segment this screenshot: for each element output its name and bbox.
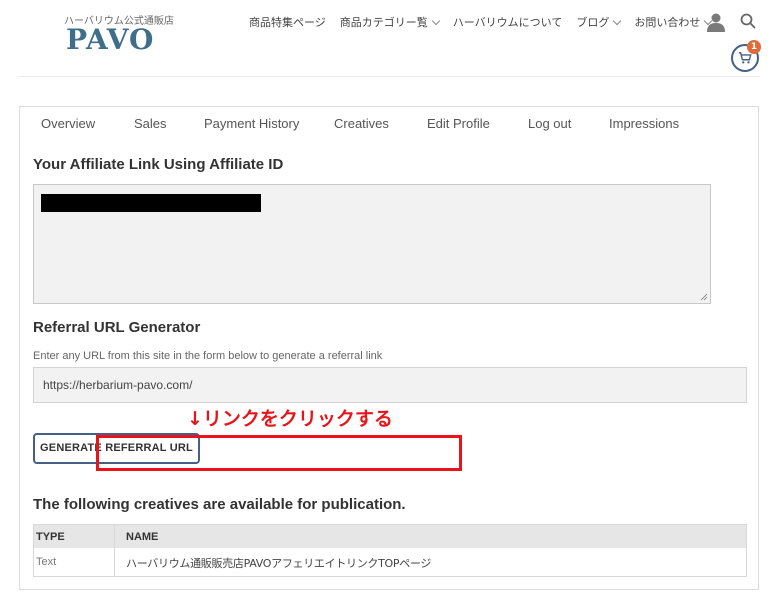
- logo-text: PAVO: [66, 23, 155, 56]
- creatives-table: TYPE NAME Text ハーバリウム通販販売店PAVOアフェリエイトリンク…: [33, 524, 747, 577]
- nav-item-contact[interactable]: お問い合わせ: [634, 14, 713, 30]
- row-type: Text: [36, 556, 57, 568]
- header-divider: [18, 76, 760, 77]
- referral-url-input[interactable]: https://herbarium-pavo.com/: [33, 367, 747, 403]
- nav-item-label: お問い合わせ: [634, 16, 701, 29]
- tab-impressions[interactable]: Impressions: [609, 116, 679, 131]
- tab-payment-history[interactable]: Payment History: [204, 116, 299, 131]
- main-nav: 商品特集ページ 商品カテゴリー覧 ハーバリウムについて ブログ お問い合わせ: [249, 14, 725, 30]
- affiliate-link-textarea[interactable]: [33, 184, 711, 304]
- chevron-down-icon: [431, 16, 441, 25]
- tab-overview[interactable]: Overview: [41, 116, 95, 131]
- column-header-name: NAME: [126, 531, 159, 543]
- annotation-instruction: ↓リンクをクリックする: [187, 408, 393, 430]
- referral-generator-heading: Referral URL Generator: [33, 319, 201, 336]
- tab-log-out[interactable]: Log out: [528, 116, 571, 131]
- tab-creatives[interactable]: Creatives: [334, 116, 389, 131]
- affiliate-link-heading: Your Affiliate Link Using Affiliate ID: [33, 156, 284, 173]
- dashboard-tabs: Overview Sales Payment History Creatives…: [20, 107, 758, 141]
- creative-link[interactable]: ハーバリウム通販販売店PAVOアフェリエイトリンクTOPページ: [126, 555, 431, 571]
- affiliate-dashboard: Overview Sales Payment History Creatives…: [19, 106, 759, 590]
- nav-item-features[interactable]: 商品特集ページ: [249, 14, 326, 30]
- resize-grip-icon[interactable]: [700, 293, 708, 301]
- site-logo[interactable]: ハーバリウム公式通販店 PAVO: [62, 11, 182, 59]
- tab-edit-profile[interactable]: Edit Profile: [427, 116, 490, 131]
- cart-count-badge: 1: [747, 40, 761, 54]
- search-icon[interactable]: [740, 13, 756, 29]
- redacted-affiliate-link: [41, 194, 261, 212]
- user-icon[interactable]: [706, 12, 726, 32]
- tab-sales[interactable]: Sales: [134, 116, 167, 131]
- nav-item-label: 商品特集ページ: [249, 16, 326, 29]
- site-header: ハーバリウム公式通販店 PAVO 商品特集ページ 商品カテゴリー覧 ハーバリウム…: [0, 0, 783, 78]
- nav-item-label: 商品カテゴリー覧: [339, 16, 428, 29]
- creatives-heading: The following creatives are available fo…: [33, 496, 406, 513]
- table-header: TYPE NAME: [34, 525, 746, 548]
- annotation-highlight-box: [96, 435, 462, 471]
- referral-hint: Enter any URL from this site in the form…: [33, 350, 383, 362]
- column-divider: [114, 525, 115, 576]
- chevron-down-icon: [613, 16, 622, 25]
- nav-item-categories[interactable]: 商品カテゴリー覧: [339, 14, 441, 30]
- nav-item-label: ブログ: [576, 16, 610, 29]
- column-header-type: TYPE: [36, 531, 65, 543]
- nav-item-about[interactable]: ハーバリウムについて: [453, 14, 563, 30]
- nav-item-label: ハーバリウムについて: [452, 16, 563, 29]
- nav-item-blog[interactable]: ブログ: [576, 14, 622, 30]
